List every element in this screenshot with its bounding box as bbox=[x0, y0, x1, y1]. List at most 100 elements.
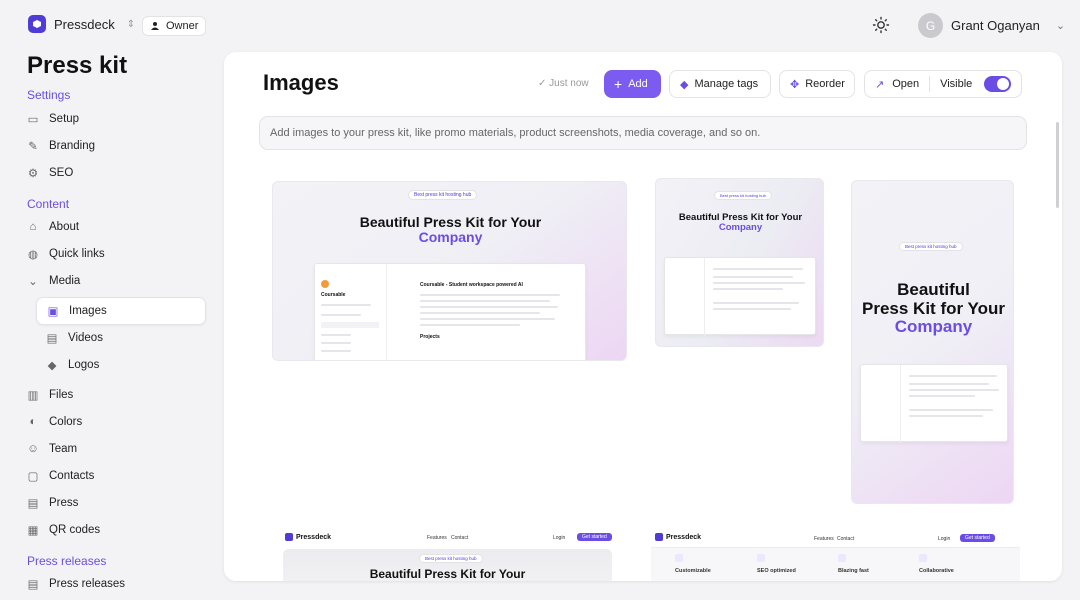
sidebar-title: Press kit bbox=[27, 52, 128, 79]
users-icon: ☺ bbox=[27, 443, 39, 455]
sidebar-item-images[interactable]: ▣ Images bbox=[36, 297, 206, 325]
open-link[interactable]: Open bbox=[892, 78, 919, 90]
sidebar-item-about[interactable]: ⌂ About bbox=[27, 218, 80, 236]
sidebar-item-qr-codes[interactable]: ▦ QR codes bbox=[27, 521, 101, 539]
user-name: Grant Oganyan bbox=[951, 18, 1040, 33]
image-headline-text: Beautiful Press Kit for Your bbox=[678, 212, 803, 223]
sidebar-item-media[interactable]: ⌄ Media bbox=[27, 272, 80, 290]
home-icon: ⌂ bbox=[29, 221, 37, 233]
divider bbox=[929, 76, 931, 92]
manage-tags-button[interactable]: ◆ Manage tags bbox=[669, 70, 771, 98]
sidebar-item-branding[interactable]: ✎ Branding bbox=[27, 137, 95, 155]
image-card[interactable]: Best press kit hosting hub Beautiful Pre… bbox=[272, 181, 627, 361]
image-nav-contact: Contact bbox=[451, 535, 469, 541]
chevron-down-icon: ⌄ bbox=[1055, 20, 1066, 32]
image-headline: Beautiful Press Kit for Your Company bbox=[656, 212, 823, 234]
visible-label: Visible bbox=[940, 78, 973, 90]
sidebar-item-label: Colors bbox=[49, 416, 83, 428]
mock-app-title: Coursable bbox=[321, 292, 346, 298]
sun-icon[interactable] bbox=[872, 16, 890, 34]
sidebar-item-label: Images bbox=[69, 305, 107, 317]
image-headline-line-1: Beautiful bbox=[897, 280, 970, 299]
scrollbar[interactable] bbox=[1056, 122, 1059, 208]
palette-icon: ◐ bbox=[29, 416, 37, 428]
pen-icon bbox=[675, 554, 683, 562]
sidebar-item-label: Files bbox=[49, 389, 74, 401]
reorder-label: Reorder bbox=[805, 78, 845, 90]
image-headline-accent: Company bbox=[894, 317, 973, 337]
sidebar-item-logos[interactable]: ◆ Logos bbox=[46, 356, 100, 374]
image-nav-contact: Contact bbox=[837, 536, 855, 542]
sidebar-item-label: Videos bbox=[68, 332, 103, 344]
sidebar-item-quick-links[interactable]: ◍ Quick links bbox=[27, 245, 105, 263]
image-headline: Beautiful Press Kit for Your Company bbox=[852, 280, 1013, 337]
role-badge[interactable]: Owner bbox=[142, 16, 207, 36]
bolt-icon bbox=[838, 554, 846, 562]
sidebar-item-label: Setup bbox=[49, 113, 80, 125]
image-badge: Best press kit hosting hub bbox=[419, 554, 483, 563]
sidebar-item-label: Media bbox=[49, 275, 81, 287]
main-panel: Images ✓ Just now + Add ◆ Manage tags ✥ Reo… bbox=[224, 52, 1062, 581]
image-nav-features: Features bbox=[814, 536, 834, 542]
feature-label: Blazing fast bbox=[838, 568, 869, 574]
external-link-icon[interactable]: ↗ bbox=[875, 78, 884, 91]
sidebar-item-seo[interactable]: ⚙ SEO bbox=[27, 164, 73, 182]
avatar: G bbox=[918, 13, 943, 38]
sidebar-item-press[interactable]: ▤ Press bbox=[27, 494, 79, 512]
sidebar-item-files[interactable]: ▥ Files bbox=[27, 386, 74, 404]
coursable-logo-icon bbox=[321, 280, 329, 288]
add-button[interactable]: + Add bbox=[604, 70, 661, 98]
plus-icon: + bbox=[614, 76, 623, 92]
visible-toggle[interactable] bbox=[984, 76, 1011, 92]
section-content: Content bbox=[27, 197, 70, 211]
saved-status: ✓ Just now bbox=[538, 78, 589, 89]
image-brand: Pressdeck bbox=[285, 533, 331, 541]
top-bar: Pressdeck ⇕ Owner G Grant Oganyan ⌄ bbox=[0, 0, 1080, 52]
image-cta: Get started bbox=[577, 533, 612, 541]
sidebar-item-label: Quick links bbox=[49, 248, 105, 260]
sidebar-item-label: Logos bbox=[68, 359, 100, 371]
sidebar-item-team[interactable]: ☺ Team bbox=[27, 440, 77, 458]
feature-label: Customizable bbox=[675, 568, 711, 574]
user-menu[interactable]: G Grant Oganyan ⌄ bbox=[918, 13, 1065, 38]
image-badge: Best press kit hosting hub bbox=[899, 242, 963, 251]
sidebar-item-label: Branding bbox=[49, 140, 96, 152]
section-settings: Settings bbox=[27, 88, 71, 102]
image-card[interactable]: Best press kit hosting hub Beautiful Pre… bbox=[655, 178, 824, 347]
app-name: Pressdeck bbox=[54, 16, 115, 32]
move-icon: ✥ bbox=[790, 78, 800, 91]
role-label: Owner bbox=[166, 20, 199, 32]
app-switcher[interactable]: Pressdeck ⇕ bbox=[28, 15, 135, 33]
brush-icon: ✎ bbox=[28, 141, 38, 153]
page-title: Images bbox=[263, 70, 339, 95]
manage-tags-label: Manage tags bbox=[694, 78, 759, 90]
sidebar-item-contacts[interactable]: ▢ Contacts bbox=[27, 467, 95, 485]
image-card[interactable]: Pressdeck Features Contact Login Get sta… bbox=[283, 530, 613, 581]
add-button-label: Add bbox=[628, 78, 648, 90]
mock-sidebar: Coursable bbox=[315, 264, 387, 360]
image-card[interactable]: Pressdeck Features Contact Login Get sta… bbox=[651, 530, 1020, 581]
user-icon bbox=[151, 22, 159, 30]
sidebar-item-press-releases[interactable]: ▤ Press releases bbox=[27, 575, 126, 593]
sidebar-item-colors[interactable]: ◐ Colors bbox=[27, 413, 83, 431]
saved-status-label: Just now bbox=[549, 78, 589, 89]
monitor-icon: ▭ bbox=[27, 114, 39, 126]
sidebar-item-label: Team bbox=[49, 443, 78, 455]
sidebar-item-label: Contacts bbox=[49, 470, 95, 482]
image-brand: Pressdeck bbox=[655, 533, 701, 541]
image-card[interactable]: Best press kit hosting hub Beautiful Pre… bbox=[851, 180, 1014, 504]
chevron-updown-icon: ⇕ bbox=[126, 18, 136, 30]
sidebar-item-videos[interactable]: ▤ Videos bbox=[46, 329, 103, 347]
sidebar-item-label: About bbox=[49, 221, 80, 233]
newspaper-icon: ▤ bbox=[27, 579, 39, 591]
sidebar-item-setup[interactable]: ▭ Setup bbox=[27, 110, 80, 128]
sidebar-item-label: QR codes bbox=[49, 524, 101, 536]
film-icon: ▤ bbox=[46, 333, 58, 345]
reorder-button[interactable]: ✥ Reorder bbox=[779, 70, 855, 98]
image-brand-name: Pressdeck bbox=[666, 533, 702, 541]
newspaper-icon: ▤ bbox=[27, 498, 39, 510]
image-brand-name: Pressdeck bbox=[296, 533, 332, 541]
image-headline-accent: Company bbox=[418, 229, 483, 246]
chevron-down-icon: ⌄ bbox=[28, 276, 38, 288]
check-icon: ✓ bbox=[538, 78, 550, 89]
